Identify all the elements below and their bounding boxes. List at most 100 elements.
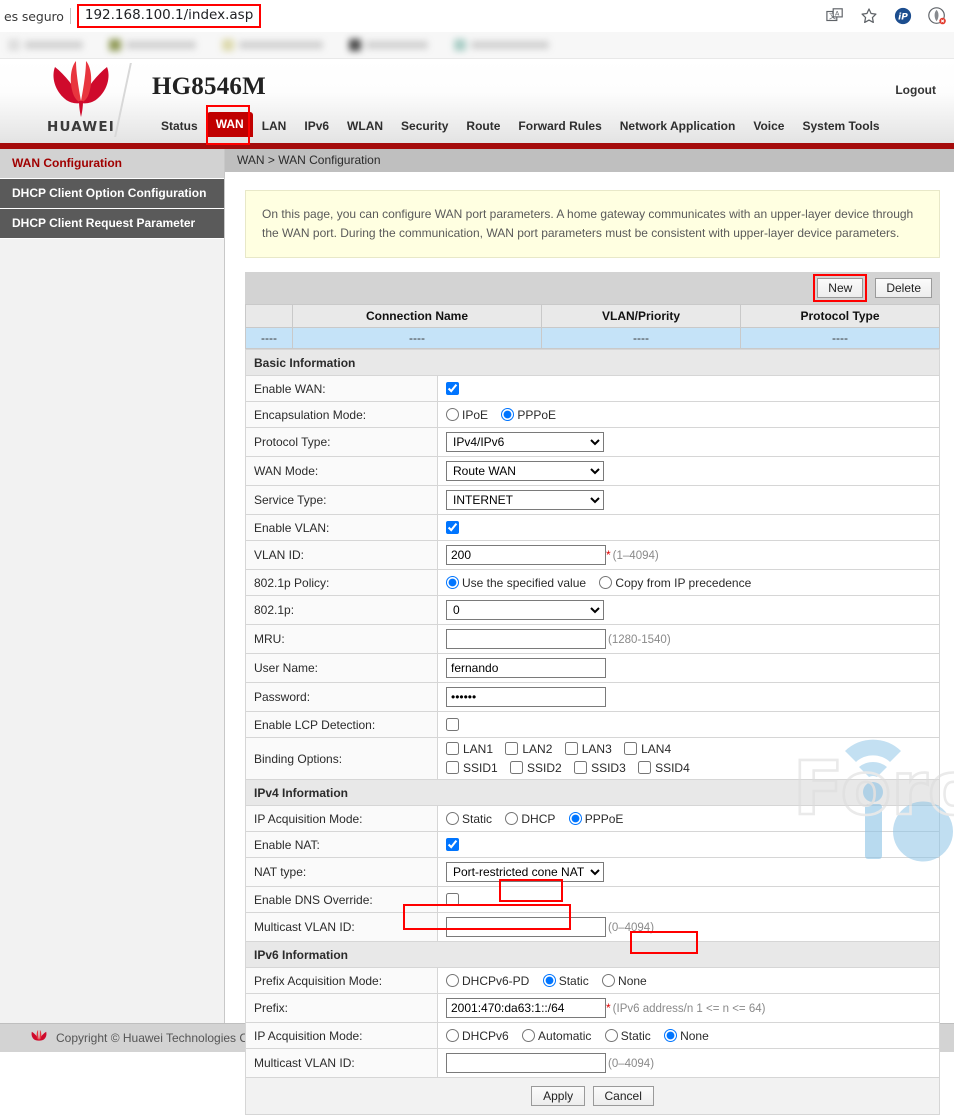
radio-input-prefix-static[interactable] [543,974,556,987]
checkbox-lan3[interactable]: LAN3 [565,742,612,756]
hint-ipv4-multicast-vlan-id: (0–4094) [608,922,654,934]
radio-input-ipv6-static[interactable] [605,1029,618,1042]
row-protocol-type: Protocol Type: IPv4/IPv6 [246,428,940,457]
radio-input-ipoe[interactable] [446,408,459,421]
enable-nat-checkbox[interactable] [446,838,459,851]
device-model-title: HG8546M [152,73,266,101]
radio-input-ipv6-none[interactable] [664,1029,677,1042]
radio-input-policy-specified[interactable] [446,576,459,589]
8021p-select[interactable]: 0 [446,600,604,620]
radio-input-pppoe[interactable] [501,408,514,421]
nav-item-ipv6[interactable]: IPv6 [295,115,338,137]
field-enable-dns-override [438,887,940,913]
nav-item-system-tools[interactable]: System Tools [793,115,888,137]
nav-item-wan[interactable]: WAN [207,112,253,137]
cancel-button[interactable]: Cancel [593,1086,654,1106]
password-input[interactable] [446,687,606,707]
checkbox-input-ssid2[interactable] [510,761,523,774]
nav-item-lan[interactable]: LAN [253,115,296,137]
nav-item-network-application[interactable]: Network Application [611,115,745,137]
checkbox-input-ssid4[interactable] [638,761,651,774]
label-8021p-policy: 802.1p Policy: [246,570,438,596]
translate-icon[interactable]: 文 A [826,7,844,25]
protocol-type-select[interactable]: IPv4/IPv6 [446,432,604,452]
radio-input-policy-copy[interactable] [599,576,612,589]
sidebar-item-dhcp-client-request-parameter[interactable]: DHCP Client Request Parameter [0,209,224,239]
nav-item-voice[interactable]: Voice [744,115,793,137]
apply-button[interactable]: Apply [531,1086,585,1106]
user-name-input[interactable] [446,658,606,678]
enable-dns-override-checkbox[interactable] [446,893,459,906]
service-type-select[interactable]: INTERNET [446,490,604,510]
extension-blocked-icon[interactable] [928,7,946,25]
radio-input-prefix-dhcpv6-pd[interactable] [446,974,459,987]
radio-label-ipv4-static: Static [462,812,492,826]
row-wan-mode: WAN Mode: Route WAN [246,457,940,486]
prefix-input[interactable] [446,998,606,1018]
radio-ipv6-dhcpv6[interactable]: DHCPv6 [446,1029,509,1043]
bookmark-star-icon[interactable] [860,7,878,25]
radio-policy-copy[interactable]: Copy from IP precedence [599,576,751,590]
new-button[interactable]: New [817,278,863,298]
radio-ipv6-automatic[interactable]: Automatic [522,1029,591,1043]
checkbox-ssid1[interactable]: SSID1 [446,761,498,775]
radio-input-ipv4-pppoe[interactable] [569,812,582,825]
sidebar-item-dhcp-client-option-configuration[interactable]: DHCP Client Option Configuration [0,179,224,209]
ipv6-multicast-vlan-id-input[interactable] [446,1053,606,1073]
svg-text:HUAWEI: HUAWEI [47,119,115,135]
vlan-id-input[interactable] [446,545,606,565]
label-nat-type: NAT type: [246,858,438,887]
url-input[interactable]: 192.168.100.1/index.asp [77,4,261,28]
delete-button[interactable]: Delete [875,278,932,298]
field-ipv6-multicast-vlan-id: (0–4094) [438,1049,940,1078]
radio-prefix-dhcpv6-pd[interactable]: DHCPv6-PD [446,974,529,988]
radio-input-ipv4-dhcp[interactable] [505,812,518,825]
browser-omnibox[interactable]: es seguro 192.168.100.1/index.asp 文 A iP [0,0,954,32]
radio-input-prefix-none[interactable] [602,974,615,987]
label-password: Password: [246,683,438,712]
logout-button[interactable]: Logout [895,83,936,97]
radio-ipv4-dhcp[interactable]: DHCP [505,812,555,826]
mru-input[interactable] [446,629,606,649]
radio-prefix-static[interactable]: Static [543,974,589,988]
checkbox-ssid4[interactable]: SSID4 [638,761,690,775]
checkbox-input-lan1[interactable] [446,742,459,755]
radio-encapsulation-ipoe[interactable]: IPoE [446,408,488,422]
table-row[interactable]: ---- ---- ---- ---- [246,328,940,349]
wan-mode-select[interactable]: Route WAN [446,461,604,481]
radio-policy-specified[interactable]: Use the specified value [446,576,586,590]
checkbox-input-lan2[interactable] [505,742,518,755]
nat-type-select[interactable]: Port-restricted cone NAT [446,862,604,882]
checkbox-input-ssid1[interactable] [446,761,459,774]
radio-ipv4-static[interactable]: Static [446,812,492,826]
radio-input-ipv6-dhcpv6[interactable] [446,1029,459,1042]
radio-input-ipv4-static[interactable] [446,812,459,825]
label-ipv4-multicast-vlan-id: Multicast VLAN ID: [246,913,438,942]
bookmarks-bar[interactable] [0,32,954,59]
extension-ip-icon[interactable]: iP [894,7,912,25]
ipv4-multicast-vlan-id-input[interactable] [446,917,606,937]
radio-encapsulation-pppoe[interactable]: PPPoE [501,408,556,422]
sidebar-item-wan-configuration[interactable]: WAN Configuration [0,149,224,179]
checkbox-lan1[interactable]: LAN1 [446,742,493,756]
enable-lcp-detection-checkbox[interactable] [446,718,459,731]
nav-item-security[interactable]: Security [392,115,457,137]
nav-item-status[interactable]: Status [152,115,207,137]
radio-ipv6-static[interactable]: Static [605,1029,651,1043]
nav-item-wlan[interactable]: WLAN [338,115,392,137]
radio-input-ipv6-automatic[interactable] [522,1029,535,1042]
enable-wan-checkbox[interactable] [446,382,459,395]
radio-prefix-none[interactable]: None [602,974,647,988]
checkbox-ssid3[interactable]: SSID3 [574,761,626,775]
checkbox-input-ssid3[interactable] [574,761,587,774]
enable-vlan-checkbox[interactable] [446,521,459,534]
checkbox-input-lan3[interactable] [565,742,578,755]
checkbox-input-lan4[interactable] [624,742,637,755]
nav-item-forward-rules[interactable]: Forward Rules [509,115,610,137]
nav-item-route[interactable]: Route [457,115,509,137]
radio-ipv4-pppoe[interactable]: PPPoE [569,812,624,826]
checkbox-lan4[interactable]: LAN4 [624,742,671,756]
radio-ipv6-none[interactable]: None [664,1029,709,1043]
checkbox-ssid2[interactable]: SSID2 [510,761,562,775]
checkbox-lan2[interactable]: LAN2 [505,742,552,756]
